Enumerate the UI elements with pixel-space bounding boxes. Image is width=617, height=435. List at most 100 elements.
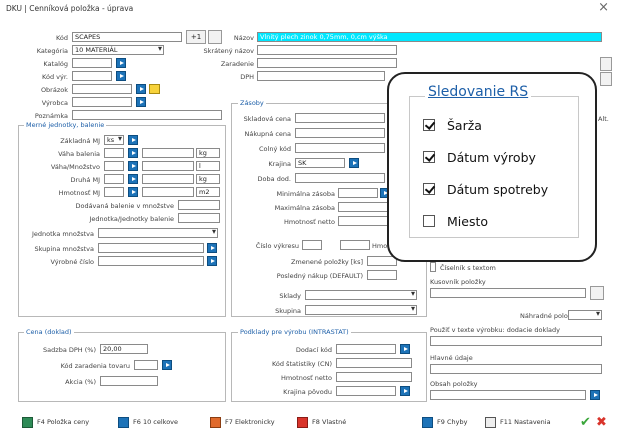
empty-button[interactable] <box>208 30 222 44</box>
f7-button[interactable]: F7 Elektronicky <box>210 414 275 430</box>
krajina-picker-icon[interactable] <box>349 158 359 168</box>
posledny-input[interactable] <box>367 270 397 280</box>
f4-button[interactable]: F4 Položka ceny <box>22 414 89 430</box>
miesto-checkbox[interactable] <box>423 215 435 227</box>
zakladna-mj-select[interactable]: ks <box>104 135 124 145</box>
hmotnost-mj-input[interactable] <box>104 187 124 197</box>
sarza-checkbox[interactable] <box>423 119 435 131</box>
kod-input[interactable]: SCAPES <box>72 32 182 42</box>
vaha-balenia-value[interactable] <box>142 148 194 158</box>
skupina-picker-icon[interactable] <box>207 243 217 253</box>
vaha-mnozstvo-input[interactable] <box>104 161 124 171</box>
scroll-button-2[interactable] <box>600 72 612 86</box>
f8-button[interactable]: F8 Vlastné <box>297 414 346 430</box>
krajina-povodu-picker-icon[interactable] <box>400 386 410 396</box>
nazov-input[interactable]: Vlnitý plech zinok 0,75mm, 0,cm výška <box>257 32 602 42</box>
doba-dod-input[interactable] <box>295 173 385 183</box>
f6-button[interactable]: F6 10 celkove <box>118 414 178 430</box>
vaha-balenia-input[interactable] <box>104 148 124 158</box>
vyrobca-picker-icon[interactable] <box>136 97 146 107</box>
skrateny-input[interactable] <box>257 45 397 55</box>
datum-vyroby-checkbox[interactable] <box>423 151 435 163</box>
kod-zaradenia-input[interactable] <box>134 360 158 370</box>
zakladna-mj-picker-icon[interactable] <box>128 135 138 145</box>
sadzba-dph-input[interactable]: 20,00 <box>100 344 148 354</box>
skupina-z-select[interactable] <box>305 305 417 315</box>
krajina-input[interactable]: SK <box>295 158 345 168</box>
vyrobca-input[interactable] <box>72 97 132 107</box>
hmotnost-mj-value[interactable] <box>142 187 194 197</box>
kategoria-select[interactable]: 10 MATERIÁL <box>72 45 164 55</box>
katalog-input[interactable] <box>72 58 112 68</box>
nakupna-cena-input[interactable] <box>295 128 385 138</box>
kod-statistiky-input[interactable] <box>336 358 412 368</box>
druha-mj-picker-icon[interactable] <box>128 174 138 184</box>
hmotnost-netto-input[interactable] <box>338 216 388 226</box>
vyrobne-input[interactable] <box>98 256 204 266</box>
errors-icon <box>422 416 433 428</box>
own-icon <box>297 416 308 428</box>
increment-button[interactable]: +1 <box>186 30 206 44</box>
sklady-select[interactable] <box>305 290 417 300</box>
poznamka-input[interactable] <box>72 110 222 120</box>
zasoby-row-2-label: Colný kód <box>259 145 291 153</box>
folder-icon[interactable] <box>149 84 160 94</box>
dodaci-kod-picker-icon[interactable] <box>400 344 410 354</box>
datum-vyroby-row[interactable]: Dátum výroby <box>423 148 536 166</box>
merne-row-2-label: Váha/Množstvo <box>50 163 100 171</box>
akcia-input[interactable] <box>100 376 158 386</box>
f9-button[interactable]: F9 Chyby <box>422 414 467 430</box>
jednotky-balenie-input[interactable] <box>178 213 220 223</box>
dodaci-kod-input[interactable] <box>336 344 396 354</box>
miesto-row[interactable]: Miesto <box>423 212 488 230</box>
hmotnost-mj-picker-icon[interactable] <box>128 187 138 197</box>
close-icon[interactable]: × <box>598 0 609 15</box>
jednotky-select[interactable] <box>98 228 218 238</box>
kod-zaradenia-picker-icon[interactable] <box>162 360 172 370</box>
krajina-povodu-input[interactable] <box>336 386 396 396</box>
hlavne-input[interactable] <box>430 364 602 374</box>
ok-check-icon[interactable]: ✔ <box>580 414 591 430</box>
checkbox-ciselnik[interactable] <box>430 262 436 272</box>
min-zasoba-input[interactable] <box>338 188 378 198</box>
obsah-input[interactable] <box>430 390 586 400</box>
colny-kod-input[interactable] <box>295 143 385 153</box>
zasoby-row-0-label: Skladová cena <box>243 115 291 123</box>
zaradenie-input[interactable] <box>257 58 397 68</box>
dph-input[interactable] <box>257 71 385 81</box>
vaha-mnozstvo-value[interactable] <box>142 161 194 171</box>
vaha-mnozstvo-picker-icon[interactable] <box>128 161 138 171</box>
druha-mj-value[interactable] <box>142 174 194 184</box>
cislo-vykresu-value[interactable] <box>340 240 370 250</box>
cislo-vykresu-input[interactable] <box>302 240 322 250</box>
max-zasoba-input[interactable] <box>338 202 388 212</box>
f11-button[interactable]: F11 Nastavenia <box>485 414 551 430</box>
kusovnik-input[interactable] <box>430 288 586 298</box>
kod-vyr-picker-icon[interactable] <box>116 71 126 81</box>
datum-spotreby-row[interactable]: Dátum spotreby <box>423 180 548 198</box>
kategoria-label: Kategória <box>36 47 68 55</box>
skladova-cena-input[interactable] <box>295 113 385 123</box>
dodavana-balenie-input[interactable] <box>178 200 220 210</box>
podklady-row-2-label: Hmotnosť netto <box>280 374 332 382</box>
pouzit-input[interactable] <box>430 336 602 346</box>
vaha-balenia-picker-icon[interactable] <box>128 148 138 158</box>
kod-vyr-input[interactable] <box>72 71 112 81</box>
cancel-x-icon[interactable]: ✖ <box>596 414 607 430</box>
katalog-picker-icon[interactable] <box>116 58 126 68</box>
skupina-input[interactable] <box>98 243 204 253</box>
kusovnik-button[interactable] <box>590 286 604 300</box>
cena-row-1-label: Kód zaradenia tovaru <box>60 362 130 370</box>
obrazok-input[interactable] <box>72 84 132 94</box>
ciselnik-label: Číselník s textom <box>440 264 496 272</box>
scroll-button[interactable] <box>600 57 612 71</box>
nazov-label: Názov <box>233 34 254 42</box>
podklady-hmotnost-input[interactable] <box>336 372 412 382</box>
sarza-row[interactable]: Šarža <box>423 116 482 134</box>
obsah-picker-icon[interactable] <box>590 390 600 400</box>
vyrobne-picker-icon[interactable] <box>207 256 217 266</box>
datum-spotreby-checkbox[interactable] <box>423 183 435 195</box>
obrazok-picker-icon[interactable] <box>136 84 146 94</box>
druha-mj-input[interactable] <box>104 174 124 184</box>
nahrad-select[interactable] <box>568 310 602 320</box>
